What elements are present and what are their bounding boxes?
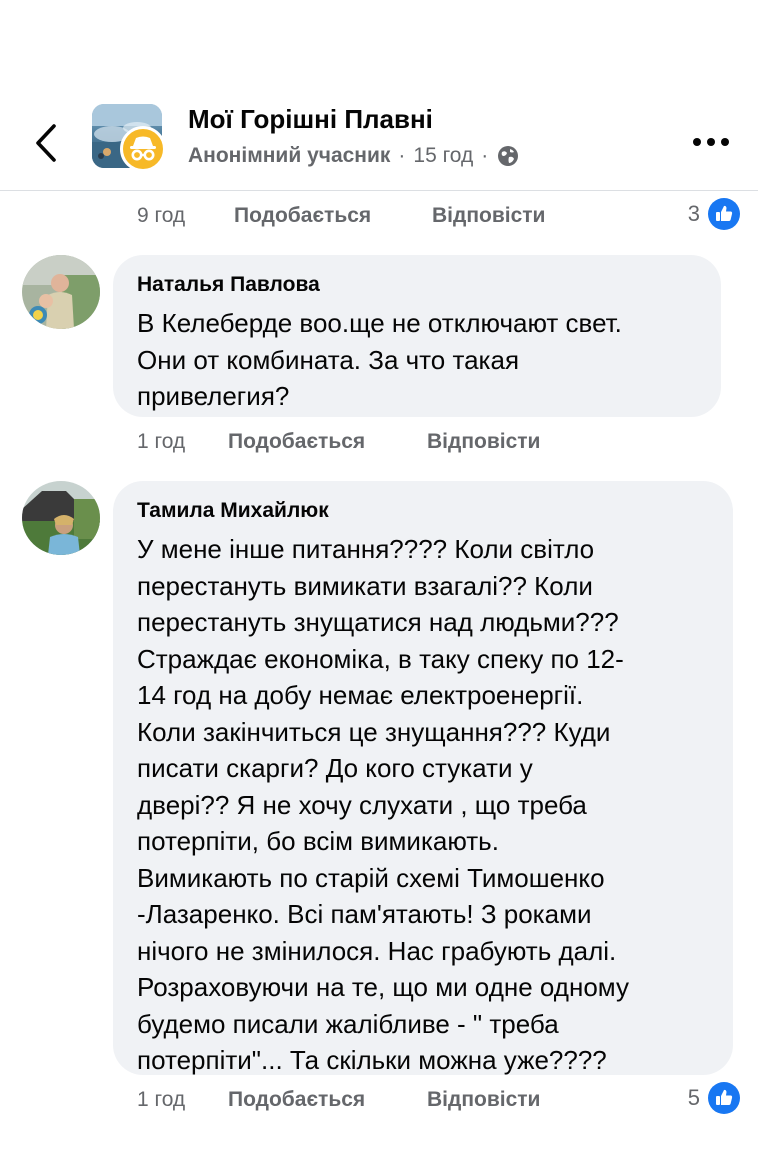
reply-button[interactable]: Відповісти	[427, 1088, 540, 1112]
like-button[interactable]: Подобається	[228, 1088, 365, 1112]
meta-separator: ·	[398, 144, 406, 167]
like-reaction-icon	[708, 198, 740, 230]
reaction-count[interactable]: 5	[688, 1082, 740, 1114]
reaction-number: 5	[687, 1085, 700, 1110]
anonymous-member-badge	[120, 126, 166, 172]
back-button[interactable]	[28, 118, 68, 168]
comment-text: У мене інше питання???? Коли світло пере…	[137, 534, 629, 1075]
post-time[interactable]: 15 год	[413, 144, 473, 168]
comment-time[interactable]: 9 год	[137, 204, 185, 228]
comment-bubble: Наталья Павлова В Келеберде воо.ще не от…	[113, 255, 721, 417]
group-name[interactable]: Мої Горішні Плавні	[188, 104, 433, 135]
comment-actions: 1 год Подобається Відповісти 5	[0, 1082, 758, 1118]
reaction-count[interactable]: 3	[688, 198, 740, 230]
like-button[interactable]: Подобається	[228, 430, 365, 454]
post-meta: Анонімний учасник · 15 год ·	[188, 144, 520, 168]
comment-time[interactable]: 1 год	[137, 1088, 185, 1112]
comment-actions: 1 год Подобається Відповісти	[0, 424, 758, 460]
more-dots-icon	[693, 138, 729, 146]
comment-author[interactable]: Тамила Михайлюк	[137, 499, 709, 523]
comment-author[interactable]: Наталья Павлова	[137, 273, 697, 297]
incognito-icon	[130, 136, 156, 161]
reaction-number: 3	[687, 201, 700, 226]
chevron-left-icon	[36, 124, 56, 162]
comment-text: В Келеберде воо.ще не отключают свет. Он…	[137, 308, 622, 411]
group-avatar[interactable]	[92, 104, 166, 172]
header-divider	[0, 190, 758, 191]
more-options-button[interactable]	[690, 128, 732, 156]
reply-button[interactable]: Відповісти	[427, 430, 540, 454]
like-reaction-icon	[708, 1082, 740, 1114]
post-header: Мої Горішні Плавні Анонімний учасник · 1…	[0, 0, 758, 190]
post-author[interactable]: Анонімний учасник	[188, 144, 390, 168]
comment-time[interactable]: 1 год	[137, 430, 185, 454]
globe-icon	[498, 146, 519, 166]
like-button[interactable]: Подобається	[234, 204, 371, 228]
previous-comment-actions: 9 год Подобається Відповісти 3	[0, 198, 758, 234]
avatar[interactable]	[22, 481, 100, 555]
comment-bubble: Тамила Михайлюк У мене інше питання???? …	[113, 481, 733, 1075]
reply-button[interactable]: Відповісти	[432, 204, 545, 228]
meta-separator: ·	[481, 144, 489, 167]
avatar[interactable]	[22, 255, 100, 329]
